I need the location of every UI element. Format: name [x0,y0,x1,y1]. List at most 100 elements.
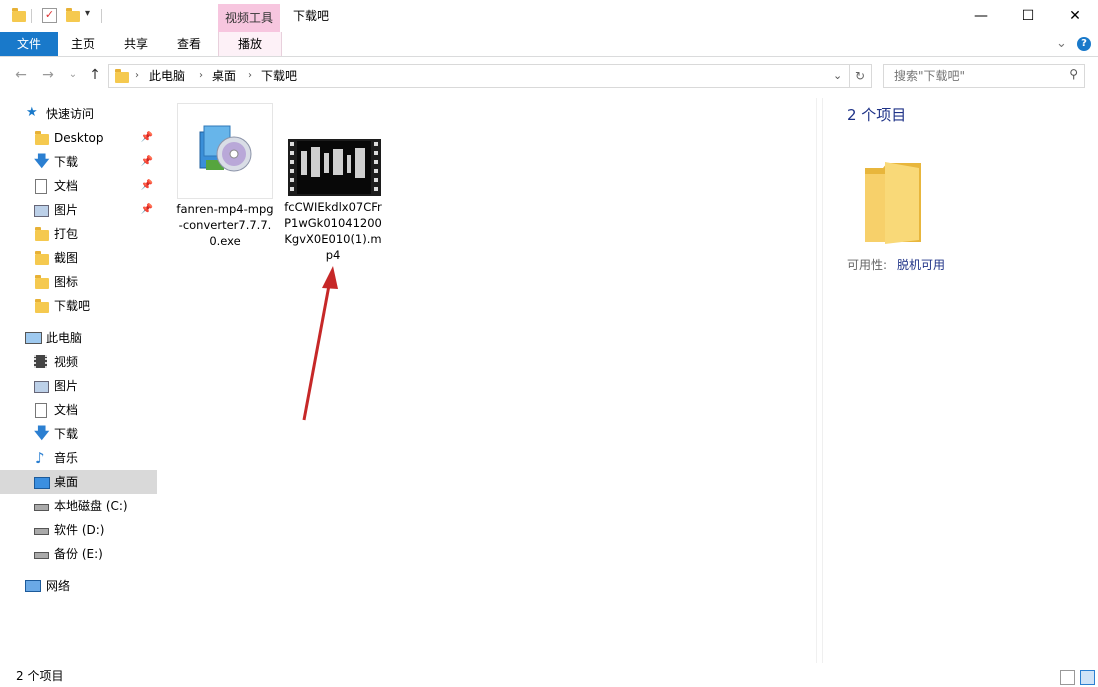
sidebar-item-documents-pc[interactable]: 文档 [0,398,157,422]
sidebar-network[interactable]: 网络 [0,574,157,598]
pin-icon[interactable]: 📌 [141,198,153,222]
sidebar-item-label: 桌面 [54,475,79,489]
minimize-icon: — [974,8,988,24]
sidebar-item-pictures[interactable]: 图片 📌 [0,198,157,222]
search-box[interactable]: ⚲ [883,64,1085,88]
window-title: 下载吧 [293,9,330,23]
sidebar-item-label: 截图 [54,251,79,265]
sidebar-item-desktop-pc[interactable]: 桌面 [0,470,157,494]
folder-large-icon [865,162,921,244]
file-item-mp4[interactable]: fcCWIEkdlx07CFrP1wGk01041200KgvX0E010(1)… [283,103,383,263]
sidebar-item-downloads[interactable]: 🡇 下载 📌 [0,150,157,174]
availability-label: 可用性: [847,258,888,272]
new-folder-icon[interactable] [66,8,80,22]
sidebar-item-label: 下载 [54,155,79,169]
divider [101,9,102,23]
folder-icon [35,227,49,241]
breadcrumb-current-folder[interactable]: 下载吧 [261,65,297,87]
sidebar-item-pack[interactable]: 打包 [0,222,157,246]
address-bar[interactable]: › 此电脑 › 桌面 › 下载吧 ⌄ [108,64,850,88]
picture-icon [34,205,49,217]
drive-icon [34,552,49,559]
pin-icon[interactable]: 📌 [141,150,153,174]
file-thumbnail [177,103,273,199]
music-note-icon: ♪ [35,449,45,467]
sidebar-item-xiazaiba[interactable]: 下载吧 [0,294,157,318]
download-arrow-icon: 🡇 [34,424,50,442]
picture-icon [34,381,49,393]
address-dropdown-chevron-icon[interactable]: ⌄ [833,65,842,87]
maximize-button[interactable]: ☐ [1005,0,1051,32]
sidebar-item-label: 音乐 [54,451,79,465]
sidebar-item-drive-d[interactable]: 软件 (D:) [0,518,157,542]
sidebar-item-label: 备份 (E:) [54,547,103,561]
tab-share[interactable]: 共享 [116,32,156,56]
document-icon [35,403,47,418]
breadcrumb-separator-icon: › [135,70,139,81]
tab-home[interactable]: 主页 [63,32,103,56]
forward-arrow-icon[interactable]: → [39,66,57,84]
tab-play[interactable]: 播放 [218,32,282,56]
desktop-icon [34,477,50,489]
sidebar-item-screenshots[interactable]: 截图 [0,246,157,270]
download-arrow-icon: 🡇 [34,152,50,170]
back-arrow-icon[interactable]: ← [12,66,30,84]
recent-locations-chevron-icon[interactable]: ⌄ [64,66,82,84]
video-thumbnail-icon [288,139,381,196]
sidebar-item-icons[interactable]: 图标 [0,270,157,294]
sidebar-item-label: 打包 [54,227,79,241]
pin-icon[interactable]: 📌 [141,174,153,198]
details-item-count: 2 个项目 [847,106,907,124]
status-item-count: 2 个项目 [16,669,64,683]
sidebar-item-label: 图片 [54,379,79,393]
sidebar-item-label: 本地磁盘 (C:) [54,499,128,513]
sidebar-item-videos[interactable]: 视频 [0,350,157,374]
quick-access-dropdown-icon[interactable]: ▾ [85,8,90,19]
ribbon-collapse-icon[interactable]: ⌄ [1056,36,1067,51]
title-bar: ✓ ▾ [0,0,1098,32]
sidebar-item-label: 快速访问 [46,107,95,121]
up-arrow-icon[interactable]: ↑ [86,66,104,84]
search-icon[interactable]: ⚲ [1069,67,1078,81]
properties-checkmark-icon[interactable]: ✓ [42,8,57,23]
tab-file[interactable]: 文件 [0,32,58,56]
sidebar-item-label: 文档 [54,403,79,417]
help-icon[interactable]: ? [1077,37,1091,51]
sidebar-item-documents[interactable]: 文档 📌 [0,174,157,198]
large-icons-view-icon[interactable] [1080,670,1095,685]
tab-view[interactable]: 查看 [169,32,209,56]
minimize-button[interactable]: — [958,0,1004,32]
annotation-arrow-icon [302,266,338,421]
sidebar-item-label: 图标 [54,275,79,289]
close-icon: ✕ [1069,8,1081,24]
sidebar-item-desktop[interactable]: Desktop 📌 [0,126,157,150]
file-list: fanren-mp4-mpg-converter7.7.7.0.exe fcCW… [162,98,818,668]
pin-icon[interactable]: 📌 [141,126,153,150]
breadcrumb-this-pc[interactable]: 此电脑 [149,65,185,87]
sidebar-item-drive-c[interactable]: 本地磁盘 (C:) [0,494,157,518]
file-name: fanren-mp4-mpg-converter7.7.7.0.exe [176,202,274,248]
divider [816,98,817,663]
file-item-exe[interactable]: fanren-mp4-mpg-converter7.7.7.0.exe [175,103,275,249]
sidebar-item-label: 此电脑 [46,331,83,345]
status-bar: 2 个项目 [0,666,1098,687]
close-button[interactable]: ✕ [1052,0,1098,32]
sidebar-item-drive-e[interactable]: 备份 (E:) [0,542,157,566]
sidebar-item-label: 软件 (D:) [54,523,105,537]
sidebar-this-pc[interactable]: 此电脑 [0,326,157,350]
installer-disc-icon [199,125,252,172]
refresh-button[interactable]: ↻ [849,64,872,88]
sidebar-item-downloads-pc[interactable]: 🡇 下载 [0,422,157,446]
folder-icon [35,131,49,145]
breadcrumb-desktop[interactable]: 桌面 [212,65,236,87]
search-input[interactable] [892,65,1066,87]
breadcrumb-separator-icon: › [248,70,252,81]
folder-icon [35,299,49,313]
details-view-icon[interactable] [1060,670,1075,685]
details-pane: 2 个项目 可用性: 脱机可用 [822,98,1098,663]
sidebar-quick-access[interactable]: ★ 快速访问 [0,102,157,126]
contextual-tab-group-video-tools: 视频工具 [218,4,280,32]
sidebar-item-pictures-pc[interactable]: 图片 [0,374,157,398]
sidebar-item-label: Desktop [54,131,104,145]
sidebar-item-music[interactable]: ♪ 音乐 [0,446,157,470]
